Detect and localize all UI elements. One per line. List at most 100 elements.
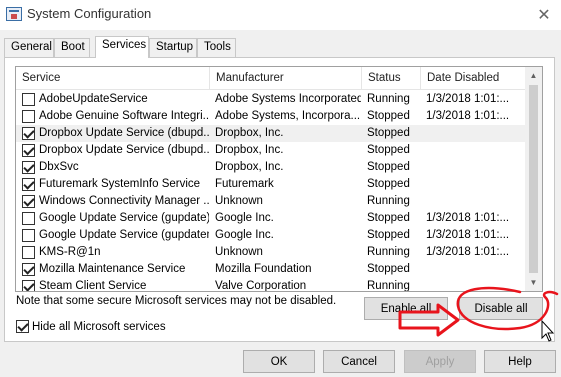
service-manufacturer: Adobe Systems, Incorpora... [215, 110, 361, 122]
service-status: Stopped [367, 110, 410, 122]
service-manufacturer: Unknown [215, 195, 263, 207]
service-date-disabled: 1/3/2018 1:01:... [426, 246, 510, 258]
service-checkbox[interactable] [22, 161, 35, 174]
service-name: KMS-R@1n [39, 246, 101, 258]
system-configuration-icon [6, 7, 22, 21]
service-date-disabled [426, 193, 524, 210]
service-name: Mozilla Maintenance Service [39, 263, 186, 275]
enable-all-button[interactable]: Enable all [364, 297, 448, 320]
apply-button[interactable]: Apply [404, 350, 476, 373]
table-row[interactable]: Google Update Service (gupdate) Google In… [16, 210, 526, 227]
ok-button[interactable]: OK [243, 350, 315, 373]
table-row[interactable]: Dropbox Update Service (dbupd... Dropbox,… [16, 125, 526, 142]
service-checkbox[interactable] [22, 246, 35, 259]
service-checkbox[interactable] [22, 229, 35, 242]
service-checkbox[interactable] [22, 178, 35, 191]
service-checkbox[interactable] [22, 212, 35, 225]
tab-tools[interactable]: Tools [197, 38, 236, 57]
service-checkbox[interactable] [22, 263, 35, 276]
table-row[interactable]: Futuremark SystemInfo Service Futuremark S… [16, 176, 526, 193]
table-row[interactable]: KMS-R@1n Unknown Running 1/3/2018 1:01:... [16, 244, 526, 261]
service-manufacturer: Google Inc. [215, 212, 274, 224]
column-header-status[interactable]: Status [362, 67, 421, 90]
service-status: Stopped [367, 127, 410, 139]
service-date-disabled: 1/3/2018 1:01:... [426, 93, 510, 105]
table-row[interactable]: Google Update Service (gupdatem) Google I… [16, 227, 526, 244]
service-manufacturer: Unknown [215, 246, 263, 258]
service-date-disabled: 1/3/2018 1:01:... [426, 212, 510, 224]
service-name: Adobe Genuine Software Integri... [39, 110, 209, 122]
scroll-down-icon[interactable]: ▼ [525, 274, 542, 291]
service-manufacturer: Valve Corporation [215, 280, 307, 292]
service-checkbox[interactable] [22, 110, 35, 123]
service-date-disabled [426, 176, 524, 193]
service-status: Stopped [367, 144, 410, 156]
service-status: Stopped [367, 178, 410, 190]
service-manufacturer: Adobe Systems Incorporated [215, 93, 361, 105]
tab-general[interactable]: General [4, 38, 54, 57]
service-manufacturer: Dropbox, Inc. [215, 161, 284, 173]
table-row[interactable]: AdobeUpdateService Adobe Systems Incorpor… [16, 91, 526, 108]
service-date-disabled [426, 278, 524, 291]
scrollbar-thumb[interactable] [529, 85, 538, 273]
service-status: Stopped [367, 161, 410, 173]
service-checkbox[interactable] [22, 144, 35, 157]
list-header: Service Manufacturer Status Date Disable… [16, 67, 526, 90]
service-name: AdobeUpdateService [39, 93, 148, 105]
service-manufacturer: Google Inc. [215, 229, 274, 241]
column-header-service[interactable]: Service [16, 67, 210, 90]
service-name: Dropbox Update Service (dbupd... [39, 144, 209, 156]
table-row[interactable]: Windows Connectivity Manager ... Unknown R… [16, 193, 526, 210]
service-date-disabled [426, 159, 524, 176]
service-status: Stopped [367, 263, 410, 275]
service-name: DbxSvc [39, 161, 79, 173]
service-date-disabled [426, 125, 524, 142]
service-date-disabled: 1/3/2018 1:01:... [426, 110, 510, 122]
service-name: Windows Connectivity Manager ... [39, 195, 209, 207]
vertical-scrollbar[interactable]: ▲ ▼ [525, 67, 542, 291]
hide-microsoft-label: Hide all Microsoft services [32, 321, 166, 333]
service-name: Dropbox Update Service (dbupd... [39, 127, 209, 139]
table-row[interactable]: Mozilla Maintenance Service Mozilla Found… [16, 261, 526, 278]
service-checkbox[interactable] [22, 280, 35, 291]
secure-services-note: Note that some secure Microsoft services… [16, 295, 337, 307]
close-icon[interactable]: ✕ [527, 0, 561, 30]
tab-startup[interactable]: Startup [149, 38, 197, 57]
column-header-date-disabled[interactable]: Date Disabled [421, 67, 526, 90]
service-manufacturer: Futuremark [215, 178, 274, 190]
disable-all-button[interactable]: Disable all [459, 297, 543, 320]
table-rows: AdobeUpdateService Adobe Systems Incorpor… [16, 91, 526, 292]
service-status: Running [367, 246, 410, 258]
service-date-disabled [426, 142, 524, 159]
service-checkbox[interactable] [22, 195, 35, 208]
table-row[interactable]: Steam Client Service Valve Corporation Run… [16, 278, 526, 292]
service-manufacturer: Mozilla Foundation [215, 263, 312, 275]
service-name: Google Update Service (gupdatem) [39, 229, 209, 241]
cancel-button[interactable]: Cancel [323, 350, 395, 373]
tab-boot[interactable]: Boot [54, 38, 90, 57]
table-row[interactable]: Adobe Genuine Software Integri... Adobe S… [16, 108, 526, 125]
title-bar: System Configuration ✕ [0, 0, 561, 30]
service-status: Running [367, 280, 410, 292]
hide-microsoft-checkbox-box[interactable] [16, 320, 29, 333]
service-date-disabled [426, 261, 524, 278]
service-checkbox[interactable] [22, 127, 35, 140]
scroll-up-icon[interactable]: ▲ [525, 67, 542, 84]
service-status: Stopped [367, 229, 410, 241]
services-list[interactable]: Service Manufacturer Status Date Disable… [15, 66, 543, 292]
service-status: Running [367, 93, 410, 105]
service-name: Google Update Service (gupdate) [39, 212, 209, 224]
service-name: Futuremark SystemInfo Service [39, 178, 201, 190]
service-manufacturer: Dropbox, Inc. [215, 127, 284, 139]
help-button[interactable]: Help [484, 350, 556, 373]
service-date-disabled: 1/3/2018 1:01:... [426, 229, 510, 241]
service-checkbox[interactable] [22, 93, 35, 106]
service-manufacturer: Dropbox, Inc. [215, 144, 284, 156]
table-row[interactable]: DbxSvc Dropbox, Inc. Stopped [16, 159, 526, 176]
service-status: Running [367, 195, 410, 207]
table-row[interactable]: Dropbox Update Service (dbupd... Dropbox,… [16, 142, 526, 159]
window-title: System Configuration [27, 6, 152, 21]
service-status: Stopped [367, 212, 410, 224]
tab-services[interactable]: Services [95, 36, 149, 58]
column-header-manufacturer[interactable]: Manufacturer [210, 67, 362, 90]
